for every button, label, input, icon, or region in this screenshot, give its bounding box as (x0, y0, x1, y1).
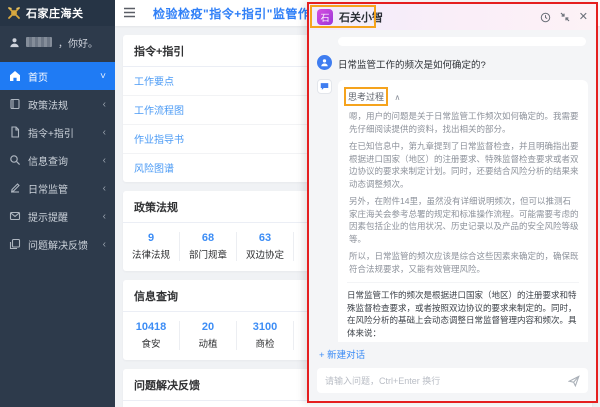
answer-intro: 日常监管工作的频次是根据进口国家（地区）的注册要求和特殊监督检查要求，或者按照双… (347, 289, 579, 339)
sidebar-item-policies[interactable]: 政策法规 ‹ (0, 90, 115, 118)
thinking-paragraph: 嗯，用户的问题是关于日常监管工作频次如何确定的。我需要先仔细阅读提供的资料，找出… (349, 110, 579, 135)
home-icon (9, 70, 21, 82)
message-input[interactable] (325, 376, 562, 386)
stat-value: 68 (180, 232, 236, 244)
assistant-message: 思考过程 ∧ 嗯，用户的问题是关于日常监管工作频次如何确定的。我需要先仔细阅读提… (317, 79, 588, 342)
previous-message-edge (338, 37, 586, 46)
chevron-left-icon: ‹ (103, 183, 106, 194)
stat-label: 双边协定 (237, 247, 293, 261)
sidebar-item-label: 提示提醒 (28, 209, 68, 224)
chevron-left-icon: ‹ (103, 155, 106, 166)
sidebar-item-label: 政策法规 (28, 97, 68, 112)
collapse-caret-icon: ∧ (394, 93, 400, 102)
stat-department-rules[interactable]: 68 部门规章 (180, 232, 237, 261)
ai-assistant-panel: 石 石关小智 ✕ 日常监管工作的频次是如何确定的? (307, 2, 598, 403)
mail-icon (9, 210, 21, 222)
chevron-left-icon: ‹ (103, 239, 106, 250)
user-greeting: ，你好。 (0, 26, 115, 58)
hamburger-icon[interactable] (123, 7, 137, 19)
answer-content: 日常监管工作的频次是根据进口国家（地区）的注册要求和特殊监督检查要求，或者按照双… (347, 282, 579, 342)
sidebar-menu: 首页 ˅ 政策法规 ‹ 指令+指引 ‹ 信息查 (0, 62, 115, 258)
copy-pages-icon (9, 238, 21, 250)
chat-messages[interactable]: 日常监管工作的频次是如何确定的? 思考过程 ∧ 嗯，用户的问题是关于日常监管工作… (309, 30, 596, 342)
logo-row: 石家庄海关 (0, 0, 115, 26)
collapse-icon[interactable] (560, 12, 570, 22)
assistant-chat-icon (317, 79, 332, 94)
close-icon[interactable]: ✕ (579, 12, 588, 23)
stat-label: 动植 (180, 336, 236, 350)
app-root: 石家庄海关 ，你好。 首页 ˅ 政策法规 (0, 0, 600, 407)
chat-header-actions: ✕ (540, 12, 588, 23)
thinking-label[interactable]: 思考过程 (347, 90, 385, 103)
chat-header: 石 石关小智 ✕ (309, 4, 596, 30)
sidebar: 石家庄海关 ，你好。 首页 ˅ 政策法规 (0, 0, 115, 407)
redacted-username (26, 37, 52, 47)
thinking-header[interactable]: 思考过程 ∧ (347, 87, 579, 105)
sidebar-item-reminders[interactable]: 提示提醒 ‹ (0, 202, 115, 230)
search-icon (9, 154, 21, 166)
assistant-answer-card: 思考过程 ∧ 嗯，用户的问题是关于日常监管工作频次如何确定的。我需要先仔细阅读提… (338, 80, 588, 342)
user-icon (9, 37, 20, 48)
new-conversation-button[interactable]: + 新建对话 (319, 347, 365, 361)
stat-commodity-inspection[interactable]: 3100 商检 (237, 321, 294, 350)
stat-value: 20 (180, 321, 236, 333)
sidebar-item-label: 指令+指引 (28, 125, 74, 140)
stat-label: 食安 (123, 336, 179, 350)
chat-footer: + 新建对话 (309, 342, 596, 401)
customs-emblem-icon (7, 6, 21, 20)
chevron-left-icon: ‹ (103, 127, 106, 138)
stat-value: 10418 (123, 321, 179, 333)
thinking-paragraph: 所以，日常监管的频次应该是综合这些因素来确定的，确保既符合法规要求，又能有效管理… (349, 250, 579, 275)
greeting-text: ，你好。 (58, 35, 98, 50)
org-title: 石家庄海关 (26, 5, 84, 21)
thinking-content: 嗯，用户的问题是关于日常监管工作频次如何确定的。我需要先仔细阅读提供的资料，找出… (347, 110, 579, 275)
chevron-left-icon: ‹ (103, 99, 106, 110)
stat-food-safety[interactable]: 10418 食安 (123, 321, 180, 350)
message-input-wrap (317, 368, 588, 393)
document-icon (9, 126, 21, 138)
assistant-title: 石关小智 (339, 9, 383, 25)
thinking-paragraph: 另外，在附件14里，虽然没有详细说明频次，但可以推测石家庄海关会参考总署的规定和… (349, 195, 579, 245)
sidebar-item-label: 信息查询 (28, 153, 68, 168)
sidebar-item-directives[interactable]: 指令+指引 ‹ (0, 118, 115, 146)
sidebar-item-label: 首页 (28, 69, 48, 84)
stat-value: 9 (123, 232, 179, 244)
sidebar-item-home[interactable]: 首页 ˅ (0, 62, 115, 90)
user-message: 日常监管工作的频次是如何确定的? (317, 55, 588, 71)
assistant-avatar: 石 (317, 9, 333, 25)
stat-bilateral-agreements[interactable]: 63 双边协定 (237, 232, 294, 261)
edit-icon (9, 182, 21, 194)
stat-label: 商检 (237, 336, 293, 350)
sidebar-item-label: 问题解决反馈 (28, 237, 88, 252)
stat-value: 3100 (237, 321, 293, 333)
thinking-paragraph: 在已知信息中，第九章提到了日常监督检查，并且明确指出要根据进口国家（地区）的注册… (349, 140, 579, 190)
book-icon (9, 98, 21, 110)
user-avatar-icon (317, 55, 332, 70)
user-question-text: 日常监管工作的频次是如何确定的? (338, 55, 486, 71)
sidebar-item-label: 日常监管 (28, 181, 68, 196)
stat-label: 部门规章 (180, 247, 236, 261)
chevron-down-icon: ˅ (100, 71, 106, 82)
stat-label: 法律法规 (123, 247, 179, 261)
chevron-left-icon: ‹ (103, 211, 106, 222)
sidebar-item-feedback[interactable]: 问题解决反馈 ‹ (0, 230, 115, 258)
stat-animal-plant[interactable]: 20 动植 (180, 321, 237, 350)
send-icon[interactable] (568, 375, 580, 387)
stat-laws[interactable]: 9 法律法规 (123, 232, 180, 261)
stat-value: 63 (237, 232, 293, 244)
sidebar-item-daily-supervision[interactable]: 日常监管 ‹ (0, 174, 115, 202)
sidebar-item-info-query[interactable]: 信息查询 ‹ (0, 146, 115, 174)
history-icon[interactable] (540, 12, 551, 23)
